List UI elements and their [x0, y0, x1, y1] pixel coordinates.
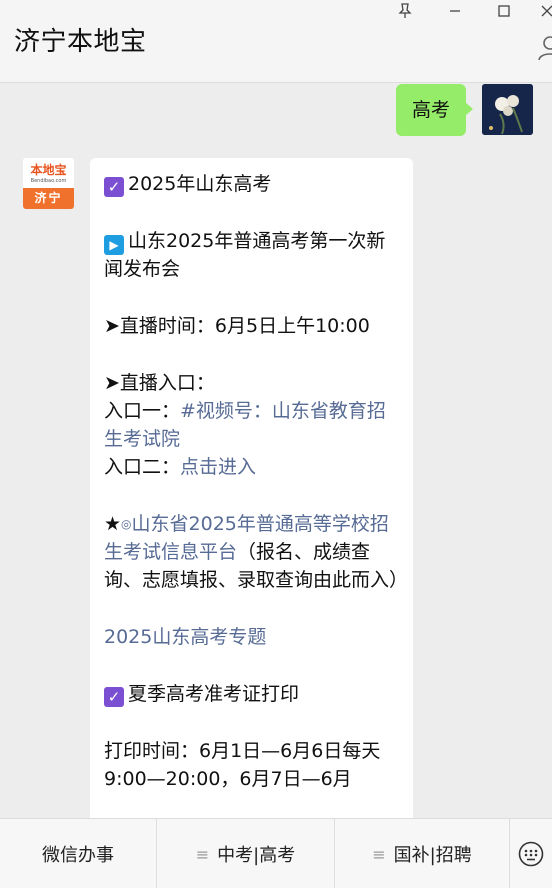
admission-heading: ✓ 夏季高考准考证打印 [104, 680, 399, 708]
entry-two: 入口二：点击进入 [104, 453, 399, 481]
platform-line: ★◎山东省2025年普通高等学校招生考试信息平台（报名、成绩查询、志愿填报、录取… [104, 510, 408, 594]
maximize-icon[interactable] [489, 0, 519, 22]
check-box-icon: ✓ [104, 687, 124, 707]
reply-subheading: ▶ 山东2025年普通高考第一次新闻发布会 [104, 227, 399, 283]
entry-two-label: 入口二： [104, 456, 181, 478]
reply-heading: ✓ 2025年山东高考 [104, 170, 399, 198]
menu-item-label: 微信办事 [42, 845, 114, 866]
pin-icon[interactable] [390, 0, 420, 22]
live-entry: ➤直播入口： [104, 372, 215, 394]
menu-item-exams[interactable]: ≡ 中考|高考 [157, 819, 334, 888]
topic-line: 2025山东高考专题 [104, 623, 399, 651]
incoming-message-bubble[interactable]: ✓ 2025年山东高考 ▶ 山东2025年普通高考第一次新闻发布会 ➤直播时间：6月… [90, 158, 413, 818]
user-avatar[interactable] [482, 84, 533, 135]
menu-item-subsidy-jobs[interactable]: ≡ 国补|招聘 [335, 819, 509, 888]
menu-item-label: 国补|招聘 [393, 845, 472, 866]
outgoing-message-bubble[interactable]: 高考 [395, 84, 474, 136]
logo-text: 本地宝 [30, 163, 67, 177]
play-button-icon: ▶ [104, 235, 124, 255]
service-menu-bar: 微信办事 ≡ 中考|高考 ≡ 国补|招聘 [0, 818, 552, 888]
logo-url: Bendibao.com [30, 178, 67, 184]
print-time: 打印时间：6月1日—6月6日每天9:00—20:00，6月7日—6月 [104, 740, 381, 790]
title-bar: 济宁本地宝 [0, 0, 552, 83]
reply-heading-text: 2025年山东高考 [128, 173, 272, 195]
menu-list-icon: ≡ [195, 844, 210, 864]
chat-info-icon[interactable] [538, 34, 552, 62]
keyboard-icon[interactable] [510, 819, 552, 888]
reply-subheading-text: 山东2025年普通高考第一次新闻发布会 [104, 230, 386, 280]
star-icon: ★ [104, 513, 122, 535]
menu-item-label: 中考|高考 [217, 845, 296, 866]
menu-item-wechat-service[interactable]: 微信办事 [0, 819, 156, 888]
bendibao-avatar[interactable]: 本地宝 Bendibao.com 济宁 [23, 158, 74, 209]
admission-heading-text: 夏季高考准考证打印 [128, 683, 300, 705]
menu-list-icon: ≡ [372, 844, 386, 864]
chat-area[interactable]: 高考 本地宝 Bendibao.com 济宁 ✓ 2025年山东高考 ▶ 山东202 [0, 83, 552, 818]
logo-city: 济宁 [23, 188, 74, 209]
topic-link[interactable]: 2025山东高考专题 [104, 626, 266, 648]
bendibao-logo: 本地宝 Bendibao.com [23, 158, 74, 188]
live-time: ➤直播时间：6月5日上午10:00 [104, 315, 370, 337]
close-icon[interactable] [532, 0, 552, 22]
wechat-window: 济宁本地宝 高考 本地宝 Bendibao.com 济宁 ✓ 2025年山东高考… [0, 0, 552, 888]
entry-one: 入口一：#视频号：山东省教育招生考试院 [104, 397, 399, 453]
minimize-icon[interactable] [440, 0, 470, 22]
entry-two-link[interactable]: 点击进入 [180, 456, 256, 478]
circle-icon: ◎ [121, 517, 132, 531]
check-box-icon: ✓ [104, 177, 124, 197]
entry-one-label: 入口一： [104, 400, 181, 422]
chat-title: 济宁本地宝 [14, 27, 147, 57]
